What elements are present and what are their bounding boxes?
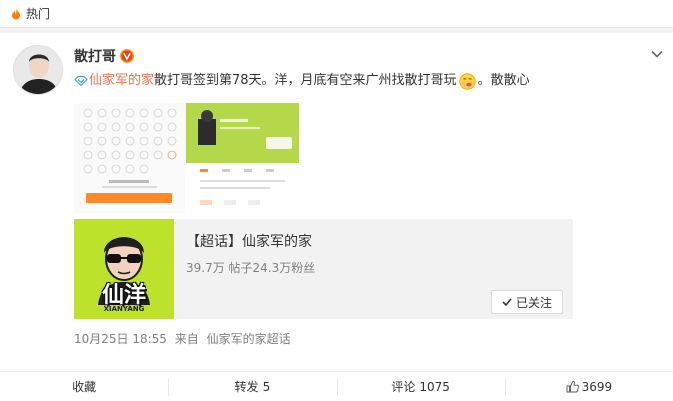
post-text: 仙家军的家 散打哥签到第78天。洋，月底有空来广州找散打哥玩 。散散心 [74, 71, 530, 91]
collect-button[interactable]: 收藏 [0, 372, 168, 401]
verified-badge-icon [120, 49, 134, 63]
top-bar: 热门 [0, 0, 673, 28]
flame-icon [12, 7, 20, 19]
post-body: 散打哥签到第78天。洋，月底有空来广州找散打哥玩 [154, 73, 457, 88]
like-button[interactable]: 3699 [504, 372, 673, 401]
post-tail: 。散散心 [477, 73, 530, 88]
post-card: 散打哥 仙家军的家 散打哥签到第78天。洋，月底有空来广州找散打哥玩 。散散心 [0, 33, 673, 401]
topic-link[interactable]: 仙家军的家 [89, 71, 154, 91]
super-topic-card[interactable]: 仙洋 XIANYANG 【超话】仙家军的家 39.7万 帖子24.3万粉丝 已关… [74, 219, 573, 319]
post-source[interactable]: 仙家军的家超话 [207, 332, 291, 346]
post-meta: 10月25日 18:55 来自 仙家军的家超话 [74, 330, 291, 347]
like-count: 3699 [581, 379, 613, 394]
super-topic-diamond-icon [74, 76, 88, 86]
chevron-down-icon[interactable] [650, 49, 664, 59]
avatar[interactable] [13, 45, 63, 95]
post-image-signin-calendar[interactable] [74, 103, 185, 213]
follow-button[interactable]: 已关注 [491, 290, 563, 314]
topic-cover-subtitle: XIANYANG [103, 305, 145, 313]
topic-stats: 39.7万 帖子24.3万粉丝 [186, 261, 316, 275]
checkmark-icon [502, 298, 512, 307]
post-images [74, 103, 299, 213]
repost-label: 转发 [234, 380, 259, 394]
repost-button[interactable]: 转发 5 [168, 372, 336, 401]
post-time[interactable]: 10月25日 18:55 [74, 332, 167, 346]
thumbs-up-icon [566, 380, 579, 393]
page-title: 热门 [26, 7, 51, 21]
comment-count: 1075 [419, 379, 450, 394]
post-image-topic-page[interactable] [186, 103, 299, 213]
follow-label: 已关注 [515, 295, 552, 310]
smirk-emoji-icon [458, 72, 476, 90]
topic-title[interactable]: 【超话】仙家军的家 [186, 231, 315, 251]
post-from-prefix: 来自 [174, 332, 199, 346]
comment-label: 评论 [391, 380, 416, 394]
username[interactable]: 散打哥 [74, 46, 116, 66]
comment-button[interactable]: 评论 1075 [336, 372, 505, 401]
collect-label: 收藏 [72, 380, 97, 394]
repost-count: 5 [262, 379, 271, 394]
topic-cover-image: 仙洋 XIANYANG [74, 219, 174, 319]
action-bar: 收藏 转发 5 评论 1075 3699 [0, 371, 673, 401]
